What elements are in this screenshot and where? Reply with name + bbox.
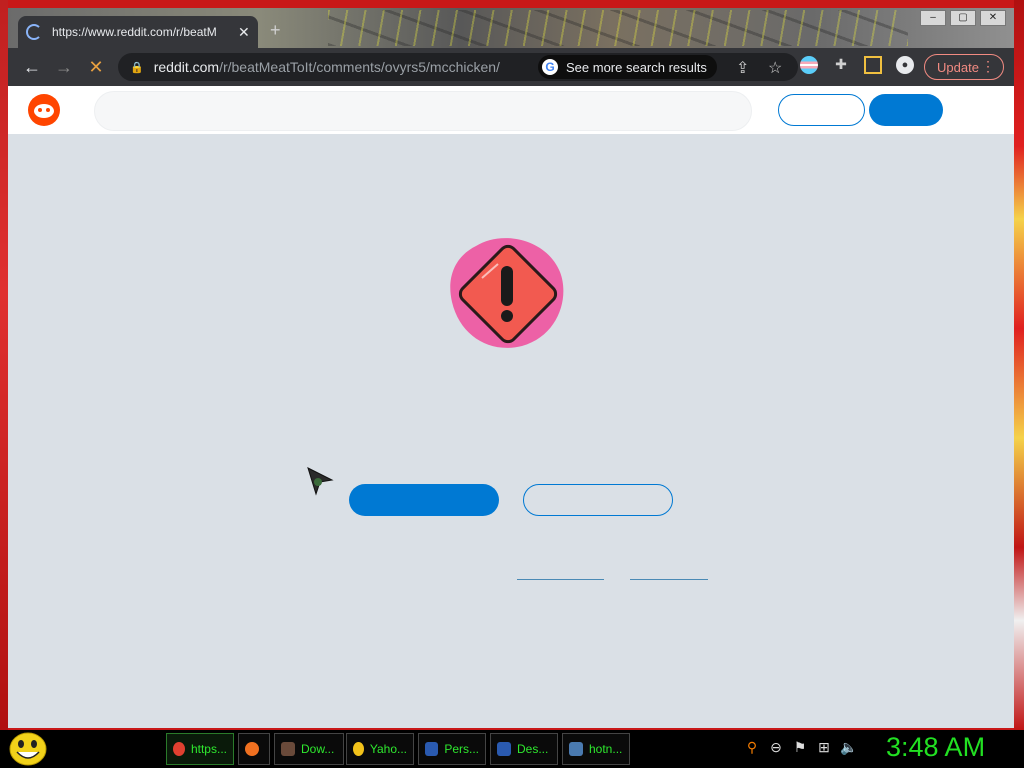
downloads-icon: [281, 742, 295, 756]
taskbar-label: Yaho...: [369, 742, 407, 756]
window-icon: [569, 742, 583, 756]
taskbar-label: Pers...: [444, 742, 479, 756]
forward-button[interactable]: →: [48, 57, 80, 78]
signup-button[interactable]: [869, 94, 943, 126]
taskbar-item-hotnews[interactable]: hotn...: [562, 733, 630, 765]
url-path: /r/beatMeatToIt/comments/ovyrs5/mcchicke…: [219, 59, 500, 75]
system-clock[interactable]: 3:48 AM: [886, 732, 985, 763]
close-window-button[interactable]: ✕: [980, 10, 1006, 26]
taskbar-label: Dow...: [301, 742, 335, 756]
mouse-cursor-icon: [307, 467, 334, 496]
taskbar-item-downloads[interactable]: Dow...: [274, 733, 344, 765]
stop-loading-button[interactable]: ✕: [80, 57, 112, 78]
google-icon: G: [542, 59, 558, 75]
taskbar-label: hotn...: [589, 742, 623, 756]
network-icon[interactable]: ⊞: [816, 739, 832, 756]
desktop-wallpaper-right: [1014, 0, 1024, 730]
flag-extension-icon[interactable]: [800, 56, 818, 74]
update-button[interactable]: Update ⋮: [924, 54, 1004, 80]
primary-action-button[interactable]: [349, 484, 499, 516]
reddit-header: [8, 86, 1014, 134]
taskbar-item-yahoo[interactable]: Yaho...: [346, 733, 414, 765]
tab-title: https://www.reddit.com/r/beatM: [52, 25, 217, 39]
share-icon[interactable]: ⇪: [736, 58, 749, 78]
bookmark-star-icon[interactable]: ☆: [768, 58, 782, 78]
taskbar-item-chrome[interactable]: https...: [166, 733, 234, 765]
browser-toolbar: ← → ✕ 🔒 reddit.com /r/beatMeatToIt/comme…: [8, 48, 1014, 86]
secondary-action-button[interactable]: [523, 484, 673, 516]
firefox-icon: [245, 742, 259, 756]
chrome-icon: [173, 742, 185, 756]
extension-icons: ✚ ●: [800, 56, 914, 74]
side-panel-icon[interactable]: [864, 56, 882, 74]
update-label: Update: [937, 59, 979, 75]
new-tab-button[interactable]: +: [270, 20, 281, 41]
taskbar-item-personal[interactable]: Pers...: [418, 733, 486, 765]
search-input[interactable]: [94, 91, 752, 131]
search-icon[interactable]: ⚲: [744, 739, 760, 756]
page-viewport: [8, 86, 1014, 728]
minus-circle-icon[interactable]: ⊖: [768, 739, 784, 756]
warning-icon: [450, 238, 564, 348]
browser-tab[interactable]: https://www.reddit.com/r/beatM ✕: [18, 16, 258, 48]
yahoo-icon: [353, 742, 364, 756]
titlebar-theme-art: [328, 10, 908, 46]
window-controls: – ▢ ✕: [920, 10, 1006, 26]
reddit-logo-icon[interactable]: [28, 94, 60, 126]
monitor-icon: [497, 742, 511, 756]
address-bar[interactable]: 🔒 reddit.com /r/beatMeatToIt/comments/ov…: [118, 53, 798, 81]
lock-icon[interactable]: 🔒: [130, 61, 144, 74]
browser-titlebar: https://www.reddit.com/r/beatM ✕ + – ▢ ✕: [8, 8, 1014, 48]
tab-close-icon[interactable]: ✕: [238, 24, 250, 41]
url-host: reddit.com: [153, 59, 220, 75]
monitor-icon: [425, 742, 439, 756]
desktop-wallpaper-left: [0, 0, 8, 730]
taskbar-item-firefox[interactable]: [238, 733, 270, 765]
footer-link[interactable]: [517, 579, 604, 580]
flag-error-icon[interactable]: ⚑: [792, 739, 808, 756]
taskbar-label: https...: [190, 742, 227, 756]
profile-avatar-icon[interactable]: ●: [896, 56, 914, 74]
search-chip-label: See more search results: [566, 59, 707, 75]
back-button[interactable]: ←: [16, 57, 48, 78]
taskbar: https... Dow... Yaho... Pers... Des... h…: [0, 730, 1024, 768]
browser-menu-icon[interactable]: ⋮: [981, 58, 995, 75]
taskbar-item-desktop[interactable]: Des...: [490, 733, 558, 765]
puzzle-extensions-icon[interactable]: ✚: [832, 56, 850, 74]
minimize-button[interactable]: –: [920, 10, 946, 26]
volume-icon[interactable]: 🔈: [840, 739, 857, 756]
maximize-button[interactable]: ▢: [950, 10, 976, 26]
browser-window: https://www.reddit.com/r/beatM ✕ + – ▢ ✕…: [8, 8, 1014, 728]
search-more-results-chip[interactable]: G See more search results: [538, 55, 717, 79]
smiley-start-icon[interactable]: [8, 732, 48, 766]
footer-link[interactable]: [630, 579, 708, 580]
login-button[interactable]: [778, 94, 865, 126]
system-tray: ⚲ ⊖ ⚑ ⊞ 🔈: [744, 739, 858, 756]
loading-spinner-icon: [26, 24, 42, 40]
taskbar-label: Des...: [517, 742, 549, 756]
